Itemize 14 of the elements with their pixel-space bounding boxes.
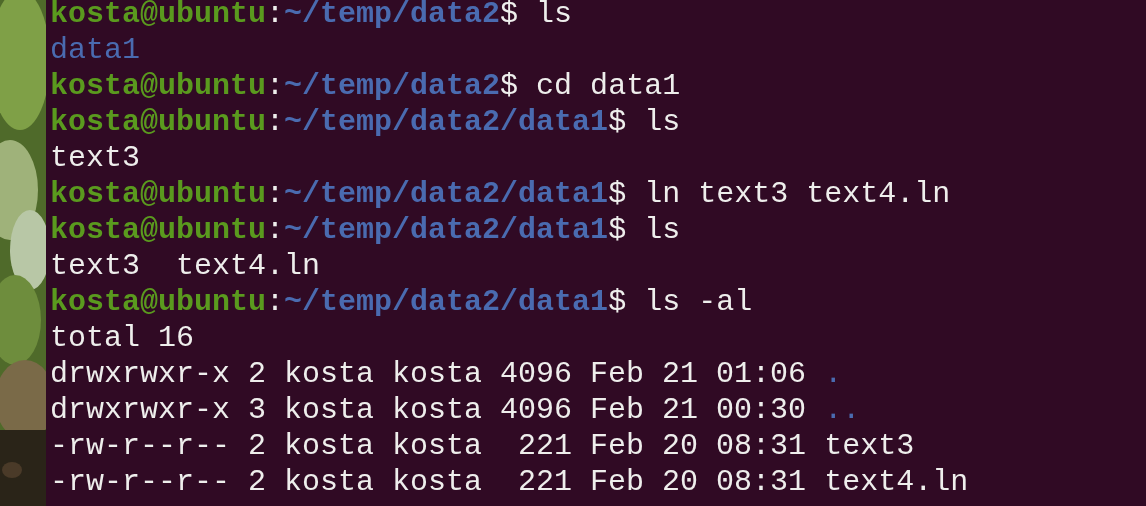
output-line: -rw-r--r-- 2 kosta kosta 221 Feb 20 08:31 text4.ln bbox=[50, 464, 969, 500]
prompt-line: kosta@ubuntu:~/temp/data2/data1$ ls bbox=[50, 104, 681, 140]
output-line: drwxrwxr-x 2 kosta kosta 4096 Feb 21 01:06 . bbox=[50, 356, 843, 392]
output-line: -rw-r--r-- 2 kosta kosta 221 Feb 20 08:31 text3 bbox=[50, 428, 915, 464]
prompt-line: kosta@ubuntu:~/temp/data2/data1$ ls bbox=[50, 212, 681, 248]
output-line: drwxrwxr-x 3 kosta kosta 4096 Feb 21 00:30 .. bbox=[50, 392, 861, 428]
output-line: text3 bbox=[50, 140, 140, 176]
prompt-line: kosta@ubuntu:~/temp/data2/data1$ ln text3 text4.ln bbox=[50, 176, 951, 212]
output-line: data1 bbox=[50, 32, 140, 68]
output-line: total 16 bbox=[50, 320, 195, 356]
prompt-line: kosta@ubuntu:~/temp/data2/data1$ ls -al bbox=[50, 284, 753, 320]
prompt-line: kosta@ubuntu:~/temp/data2$ cd data1 bbox=[50, 68, 681, 104]
output-line: text3 text4.ln bbox=[50, 248, 321, 284]
prompt-line: kosta@ubuntu:~/temp/data2$ ls bbox=[50, 0, 573, 32]
